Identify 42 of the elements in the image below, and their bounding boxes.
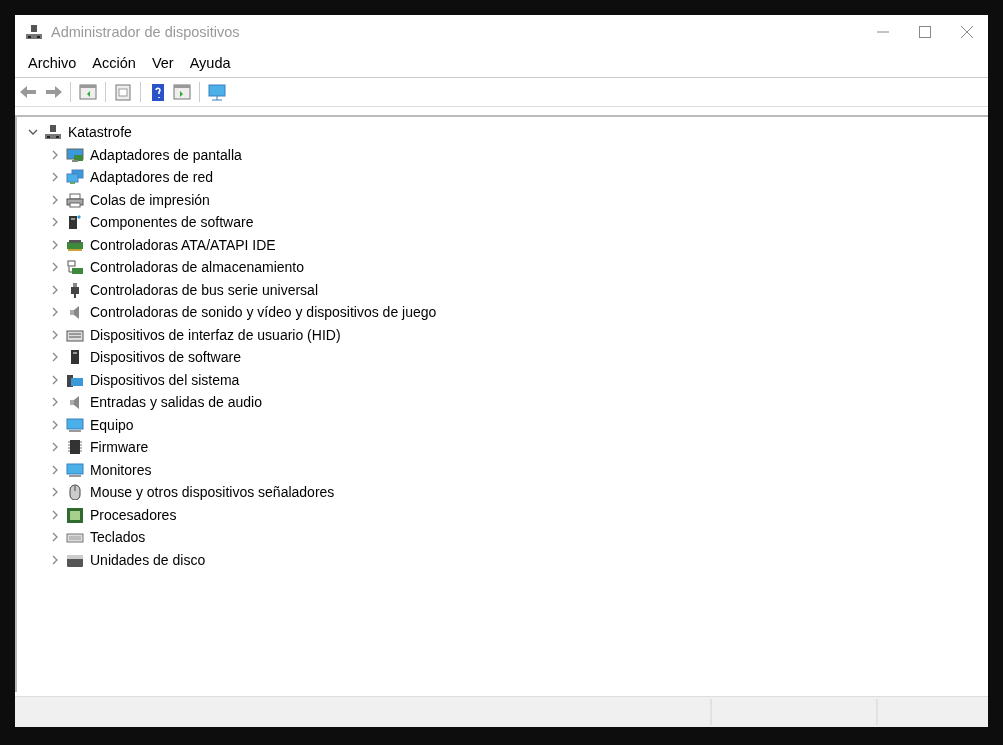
tower-icon [66, 214, 84, 231]
menu-item[interactable]: Ayuda [181, 55, 239, 71]
tree-item[interactable]: Controladoras de bus serie universal [90, 281, 318, 298]
tree-item[interactable]: Colas de impresión [90, 191, 210, 208]
printer-icon [66, 191, 84, 208]
tree-item[interactable]: Procesadores [90, 506, 177, 523]
close-icon[interactable] [960, 25, 974, 39]
tree-root[interactable]: Katastrofe [68, 124, 132, 141]
tree-item[interactable]: Dispositivos de software [90, 349, 241, 366]
tree-item[interactable]: Entradas y salidas de audio [90, 394, 262, 411]
properties-icon[interactable] [113, 82, 133, 102]
tree-item[interactable]: Controladoras ATA/ATAPI IDE [90, 236, 276, 253]
monitor-card-icon [66, 146, 84, 163]
storage-controller-icon [66, 259, 84, 276]
computer-network-icon [25, 24, 43, 40]
maximize-icon[interactable] [918, 25, 932, 39]
tree-item[interactable]: Firmware [90, 439, 149, 456]
tree-item[interactable]: Equipo [90, 416, 134, 433]
tree-item[interactable]: Teclados [90, 529, 146, 546]
tree-item[interactable]: Dispositivos de interfaz de usuario (HID) [90, 326, 341, 343]
menu-item[interactable]: Archivo [20, 55, 85, 71]
tree-item[interactable]: Monitores [90, 461, 152, 478]
menu-item[interactable]: Ver [143, 55, 182, 71]
computer-network-icon [44, 124, 62, 141]
tree-item[interactable]: Controladoras de almacenamiento [90, 259, 304, 276]
action-pane-icon[interactable] [172, 82, 192, 102]
tree-item[interactable]: Mouse y otros dispositivos señaladores [90, 484, 335, 501]
tree-item[interactable]: Componentes de software [90, 214, 254, 231]
tree-item[interactable]: Adaptadores de pantalla [90, 146, 242, 163]
tree-item[interactable]: Unidades de disco [90, 551, 206, 568]
mouse-icon [66, 484, 84, 501]
menu-item[interactable]: Acción [84, 55, 144, 71]
tree-item[interactable]: Controladoras de sonido y vídeo y dispositivos de juego [90, 304, 437, 321]
tree-item[interactable]: Dispositivos del sistema [90, 371, 240, 388]
monitor-icon [66, 416, 84, 433]
network-monitors-icon [66, 169, 84, 186]
console-tree-icon[interactable] [78, 82, 98, 102]
tree-item[interactable]: Adaptadores de red [90, 169, 213, 186]
window-title: Administrador de dispositivos [51, 24, 241, 40]
monitor-icon [66, 461, 84, 478]
chip-icon [66, 439, 84, 456]
processor-icon [66, 506, 84, 523]
